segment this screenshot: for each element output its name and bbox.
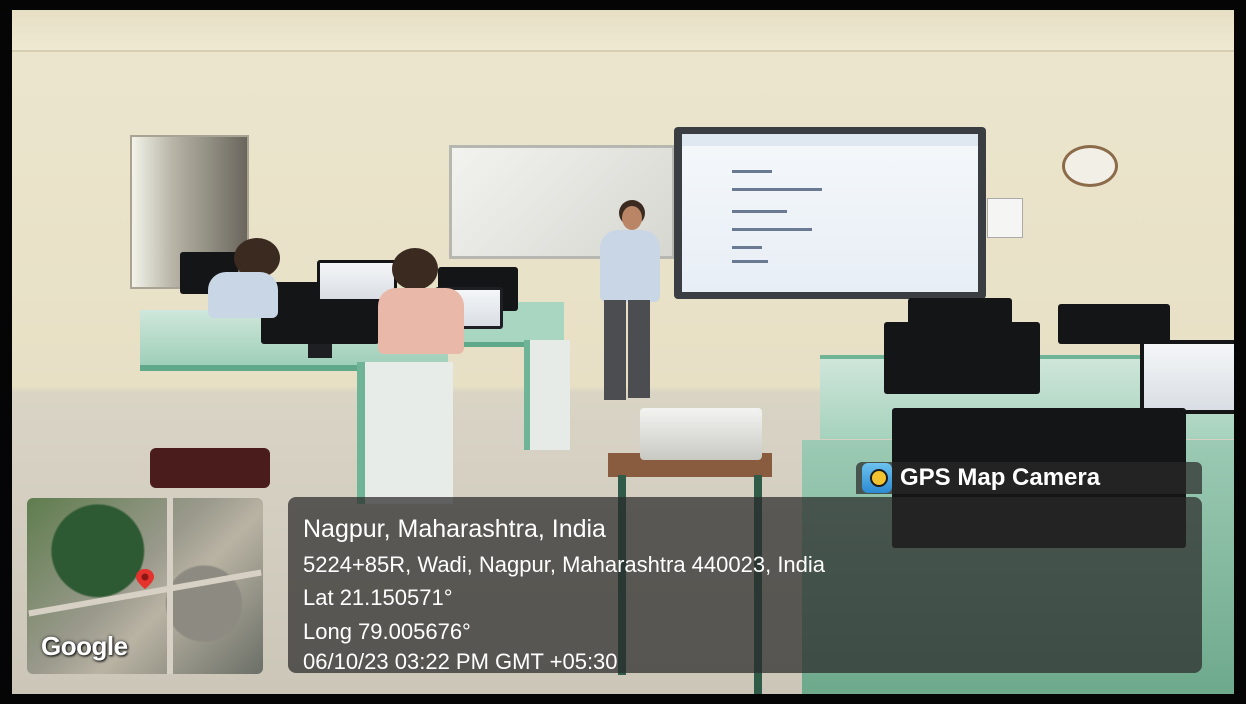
location-timestamp: 06/10/23 03:22 PM GMT +05:30 [303, 649, 618, 674]
location-info-card: Nagpur, Maharashtra, India 5224+85R, Wad… [288, 497, 1202, 674]
image-frame: Google GPS Map Camera Nagpur, Maharashtr… [0, 0, 1246, 704]
document-line [732, 246, 762, 249]
presenter-shirt [600, 230, 660, 302]
location-address: 5224+85R, Wadi, Nagpur, Maharashtra 4400… [303, 552, 826, 577]
chair [150, 448, 270, 488]
map-road [167, 498, 173, 674]
camera-pin-icon [862, 463, 892, 493]
location-longitude: Long 79.005676° [303, 619, 471, 644]
document-line [732, 170, 772, 173]
student-shirt [378, 288, 464, 354]
monitor-stand [308, 344, 332, 358]
student-head [392, 248, 438, 290]
monitor [1140, 340, 1234, 414]
desk-panel [357, 362, 453, 504]
document-line [732, 188, 822, 191]
gps-camera-badge: GPS Map Camera [856, 462, 1202, 494]
mini-map: Google [27, 498, 263, 674]
document-line [732, 210, 787, 213]
desk-panel [524, 340, 570, 450]
smart-board-display [682, 134, 978, 292]
presenter-leg [604, 300, 626, 400]
projector [640, 408, 762, 460]
location-title: Nagpur, Maharashtra, India [303, 515, 606, 543]
map-brand-label: Google [41, 631, 128, 661]
wall-notice [987, 198, 1023, 238]
wall-clock [1062, 145, 1118, 187]
presenter-face [622, 206, 642, 230]
presenter-leg [628, 300, 650, 398]
monitor [884, 322, 1040, 394]
gps-camera-label: GPS Map Camera [900, 464, 1101, 491]
monitor [1058, 304, 1170, 344]
smart-board-toolbar [682, 134, 978, 146]
document-line [732, 260, 768, 263]
document-line [732, 228, 812, 231]
student-shirt [208, 272, 278, 318]
ceiling-beam [12, 10, 1234, 52]
location-pin-icon [136, 569, 154, 589]
location-latitude: Lat 21.150571° [303, 585, 453, 610]
